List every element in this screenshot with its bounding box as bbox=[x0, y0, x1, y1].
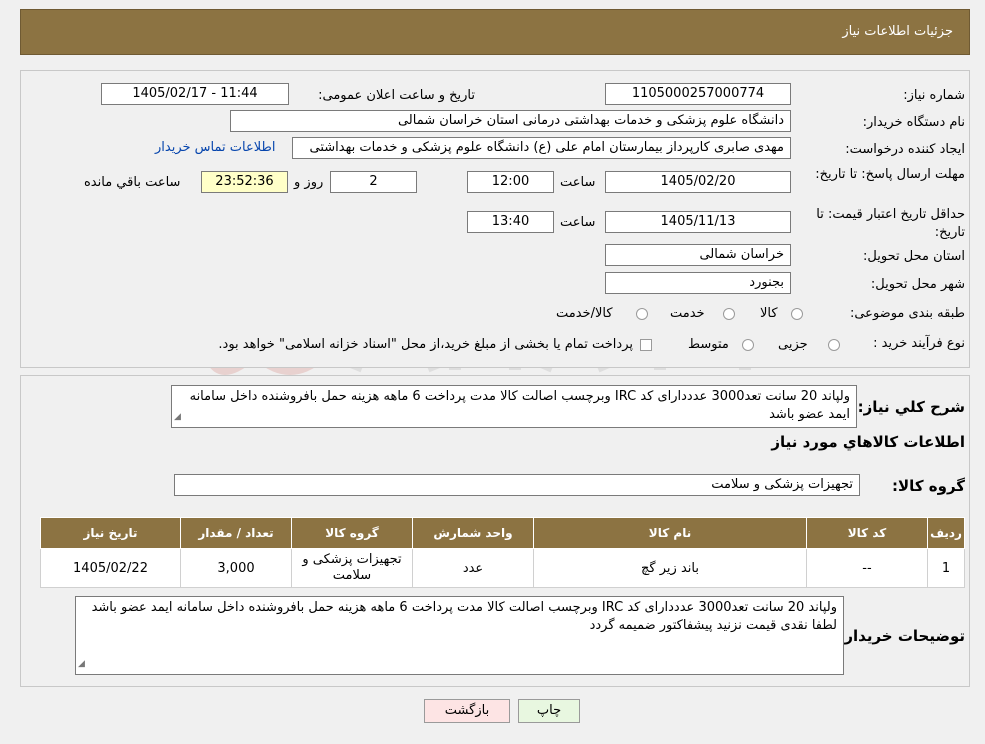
buyer-org-field: دانشگاه علوم پزشکی و خدمات بهداشتی درمان… bbox=[230, 110, 791, 132]
need-number-label: شماره نیاز: bbox=[903, 88, 965, 103]
validity-date-field: 1405/11/13 bbox=[605, 211, 791, 233]
buyer-notes-text: ولپاند 20 سانت تعد3000 عدددارای کد IRC و… bbox=[91, 600, 837, 633]
summary-label: شرح کلي نياز: bbox=[857, 398, 965, 416]
deadline-date-field: 1405/02/20 bbox=[605, 171, 791, 193]
summary-textarea: ولپاند 20 سانت تعد3000 عدددارای کد IRC و… bbox=[171, 385, 857, 428]
category-option-service: خدمت bbox=[670, 306, 705, 321]
category-radio-goods-service[interactable] bbox=[636, 308, 648, 320]
goods-table: رديف کد کالا نام کالا واحد شمارش گروه کا… bbox=[40, 517, 965, 588]
col-unit: واحد شمارش bbox=[412, 517, 534, 549]
category-option-goods: کالا bbox=[760, 306, 778, 321]
resize-handle-icon[interactable]: ◢ bbox=[78, 655, 85, 673]
validity-time-field: 13:40 bbox=[467, 211, 554, 233]
col-code: کد کالا bbox=[806, 517, 928, 549]
col-group: گروه کالا bbox=[291, 517, 413, 549]
process-option-medium: متوسط bbox=[688, 337, 729, 352]
city-field: بجنورد bbox=[605, 272, 791, 294]
deadline-time-field: 12:00 bbox=[467, 171, 554, 193]
goods-group-label: گروه کالا: bbox=[892, 477, 965, 495]
province-field: خراسان شمالی bbox=[605, 244, 791, 266]
buyer-org-label: نام دستگاه خریدار: bbox=[862, 115, 965, 130]
creator-label: ایجاد کننده درخواست: bbox=[845, 142, 965, 157]
creator-field: مهدی صابری کارپرداز بیمارستان امام علی (… bbox=[292, 137, 791, 159]
col-row: رديف bbox=[927, 517, 965, 549]
city-label: شهر محل تحویل: bbox=[870, 277, 965, 292]
page-title: جزئیات اطلاعات نیاز bbox=[842, 24, 953, 39]
col-name: نام کالا bbox=[533, 517, 807, 549]
need-number-field: 1105000257000774 bbox=[605, 83, 791, 105]
summary-text: ولپاند 20 سانت تعد3000 عدددارای کد IRC و… bbox=[189, 389, 850, 422]
buyer-notes-label: توضیحات خریدار: bbox=[838, 627, 965, 645]
process-option-minor: جزیی bbox=[778, 337, 808, 352]
print-button[interactable]: چاپ bbox=[518, 699, 580, 723]
table-row: 1 -- باند زیر گچ عدد تجهیزات پزشکی و سلا… bbox=[40, 548, 965, 588]
category-option-goods-service: کالا/خدمت bbox=[556, 306, 613, 321]
cell-code: -- bbox=[806, 548, 928, 588]
buyer-contact-link[interactable]: اطلاعات تماس خریدار bbox=[155, 140, 275, 155]
category-radio-service[interactable] bbox=[723, 308, 735, 320]
announce-datetime-label: تاریخ و ساعت اعلان عمومی: bbox=[318, 88, 475, 103]
validity-label: حداقل تاریخ اعتبار قیمت: تا تاریخ: bbox=[816, 207, 965, 240]
process-treasury-note: پرداخت تمام یا بخشی از مبلغ خرید،از محل … bbox=[218, 337, 633, 352]
remaining-time-field: 23:52:36 bbox=[201, 171, 288, 193]
col-need-date: تاریخ نیاز bbox=[40, 517, 181, 549]
process-radio-minor[interactable] bbox=[828, 339, 840, 351]
days-label: روز و bbox=[294, 175, 324, 190]
cell-quantity: 3,000 bbox=[180, 548, 292, 588]
col-quantity: تعداد / مقدار bbox=[180, 517, 292, 549]
process-radio-medium[interactable] bbox=[742, 339, 754, 351]
deadline-label: مهلت ارسال پاسخ: تا تاریخ: bbox=[815, 167, 965, 182]
remaining-time-label: ساعت باقي مانده bbox=[84, 175, 181, 190]
category-radio-goods[interactable] bbox=[791, 308, 803, 320]
back-button[interactable]: بازگشت bbox=[424, 699, 510, 723]
buyer-notes-textarea: ولپاند 20 سانت تعد3000 عدددارای کد IRC و… bbox=[75, 596, 844, 675]
resize-handle-icon[interactable]: ◢ bbox=[174, 408, 181, 426]
process-label: نوع فرآیند خرید : bbox=[873, 336, 965, 351]
page-header: جزئیات اطلاعات نیاز bbox=[20, 9, 970, 55]
cell-unit: عدد bbox=[412, 548, 534, 588]
cell-row: 1 bbox=[927, 548, 965, 588]
validity-time-label: ساعت bbox=[560, 215, 596, 230]
category-label: طبقه بندی موضوعی: bbox=[849, 306, 965, 321]
announce-datetime-field: 1405/02/17 - 11:44 bbox=[101, 83, 289, 105]
cell-group: تجهیزات پزشکی و سلامت bbox=[291, 548, 413, 588]
goods-group-field: تجهیزات پزشکی و سلامت bbox=[174, 474, 860, 496]
cell-need-date: 1405/02/22 bbox=[40, 548, 181, 588]
province-label: استان محل تحویل: bbox=[863, 249, 965, 264]
days-field: 2 bbox=[330, 171, 417, 193]
deadline-time-label: ساعت bbox=[560, 175, 596, 190]
table-header-row: رديف کد کالا نام کالا واحد شمارش گروه کا… bbox=[40, 517, 965, 549]
process-checkbox-treasury[interactable] bbox=[640, 339, 652, 351]
cell-name: باند زیر گچ bbox=[533, 548, 807, 588]
goods-section-title: اطلاعات کالاهاي مورد نياز bbox=[771, 433, 965, 451]
